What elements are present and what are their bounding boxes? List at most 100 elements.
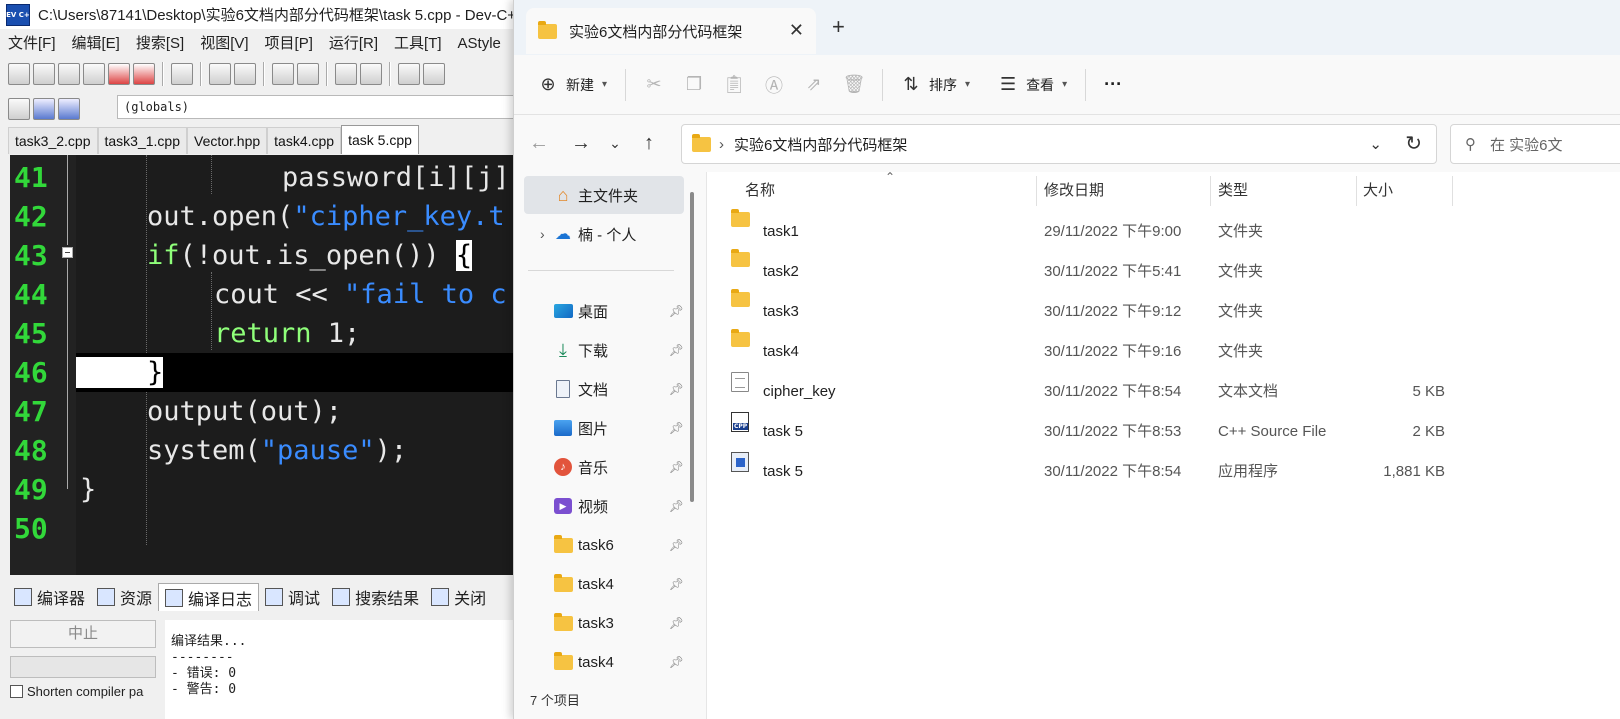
close-file-icon[interactable] <box>108 63 130 85</box>
tab-compile-log[interactable]: 编译日志 <box>158 583 260 611</box>
pin-icon[interactable]: 📌︎ <box>669 538 684 552</box>
menu-file[interactable]: 文件[F] <box>0 32 64 56</box>
tab-close[interactable]: 关闭 <box>425 583 492 611</box>
tab-compiler[interactable]: 编译器 <box>8 583 91 611</box>
file-row[interactable]: task 5 30/11/2022 下午8:53 C++ Source File… <box>707 412 1620 452</box>
cut-button[interactable]: ✂ <box>634 65 674 105</box>
column-header-size[interactable]: 大小 <box>1363 172 1393 210</box>
sort-button[interactable]: ⇅ 排序 ▾ <box>891 65 980 105</box>
paste-button[interactable]: 📋︎ <box>714 65 754 105</box>
shorten-compiler-paths-checkbox[interactable]: Shorten compiler pa <box>10 684 143 699</box>
column-header-name[interactable]: 名称 <box>745 172 775 210</box>
find-icon[interactable] <box>272 63 294 85</box>
save-all-icon[interactable] <box>83 63 105 85</box>
nav-item-onedrive[interactable]: › ☁ 楠 - 个人 <box>524 215 684 253</box>
close-tab-icon[interactable]: ✕ <box>789 20 804 41</box>
breadcrumb-chevron-icon[interactable]: › <box>719 136 724 153</box>
forward-arrow-icon[interactable]: → <box>564 132 598 155</box>
nav-item-documents[interactable]: 文档 📌︎ <box>524 370 684 408</box>
scope-combo[interactable]: (globals) <box>117 95 557 119</box>
address-dropdown-icon[interactable]: ⌄ <box>1369 135 1382 153</box>
address-bar[interactable]: › 实验6文档内部分代码框架 ⌄ ↻ <box>681 124 1437 164</box>
pin-icon[interactable]: 📌︎ <box>669 577 684 591</box>
nav-item-pictures[interactable]: 图片 📌︎ <box>524 409 684 447</box>
column-header-type[interactable]: 类型 <box>1218 172 1248 210</box>
delete-button[interactable]: 🗑︎ <box>834 65 874 105</box>
indent-icon[interactable] <box>335 63 357 85</box>
view-button[interactable]: ☰ 查看 ▾ <box>988 65 1077 105</box>
refresh-icon[interactable]: ↻ <box>1405 131 1422 156</box>
tab-task5[interactable]: task 5.cpp <box>341 125 419 154</box>
file-row[interactable]: task1 29/11/2022 下午9:00 文件夹 <box>707 209 1620 252</box>
goto-icon[interactable] <box>33 98 55 120</box>
new-file-icon[interactable] <box>8 63 30 85</box>
menu-view[interactable]: 视图[V] <box>192 32 256 56</box>
bookmark-prev-icon[interactable] <box>398 63 420 85</box>
save-icon[interactable] <box>58 63 80 85</box>
menu-run[interactable]: 运行[R] <box>321 32 386 56</box>
pin-icon[interactable]: 📌︎ <box>669 421 684 435</box>
nav-item-music[interactable]: ♪ 音乐 📌︎ <box>524 448 684 486</box>
file-row[interactable]: task4 30/11/2022 下午9:16 文件夹 <box>707 329 1620 372</box>
code-editor[interactable]: 41 42 43 44 45 46 47 48 49 50 password[i… <box>10 155 530 575</box>
unindent-icon[interactable] <box>360 63 382 85</box>
file-row[interactable]: task 5 30/11/2022 下午8:54 应用程序 1,881 KB <box>707 452 1620 492</box>
column-divider[interactable] <box>1452 176 1453 206</box>
close-all-icon[interactable] <box>133 63 155 85</box>
column-divider[interactable] <box>1210 176 1211 206</box>
nav-item-task4[interactable]: task4 📌︎ <box>524 565 684 603</box>
bookmark-next-icon[interactable] <box>423 63 445 85</box>
column-header-modified[interactable]: 修改日期 <box>1044 172 1104 210</box>
nav-item-task3[interactable]: task3 📌︎ <box>524 604 684 642</box>
share-button[interactable]: ⇗ <box>794 65 834 105</box>
pin-icon[interactable]: 📌︎ <box>669 343 684 357</box>
menu-astyle[interactable]: AStyle <box>450 32 509 56</box>
pin-icon[interactable]: 📌︎ <box>669 304 684 318</box>
search-input[interactable]: ⚲ 在 实验6文 <box>1450 124 1620 164</box>
pin-icon[interactable]: 📌︎ <box>669 460 684 474</box>
breadcrumb-current[interactable]: 实验6文档内部分代码框架 <box>734 134 907 155</box>
back-arrow-icon[interactable]: ← <box>522 132 556 155</box>
column-divider[interactable] <box>1036 176 1037 206</box>
menu-edit[interactable]: 编辑[E] <box>64 32 128 56</box>
menu-search[interactable]: 搜索[S] <box>128 32 192 56</box>
pin-icon[interactable]: 📌︎ <box>669 382 684 396</box>
file-row[interactable]: cipher_key 30/11/2022 下午8:54 文本文档 5 KB <box>707 372 1620 412</box>
tab-task3-1[interactable]: task3_1.cpp <box>97 127 187 154</box>
nav-item-videos[interactable]: ▶ 视频 📌︎ <box>524 487 684 525</box>
tab-search-results[interactable]: 搜索结果 <box>326 583 425 611</box>
rename-button[interactable]: Ⓐ <box>754 65 794 105</box>
new-button[interactable]: ⊕ 新建 ▾ <box>528 65 617 105</box>
pin-icon[interactable]: 📌︎ <box>669 499 684 513</box>
tab-debug[interactable]: 调试 <box>259 583 326 611</box>
bookmark-icon[interactable] <box>58 98 80 120</box>
more-options-button[interactable]: ··· <box>1094 65 1132 105</box>
nav-item-task6[interactable]: task6 📌︎ <box>524 526 684 564</box>
checkbox-icon[interactable] <box>10 685 23 698</box>
class-browser-icon[interactable] <box>8 98 30 120</box>
menu-tools[interactable]: 工具[T] <box>386 32 450 56</box>
replace-icon[interactable] <box>297 63 319 85</box>
copy-button[interactable]: ❐ <box>674 65 714 105</box>
nav-item-desktop[interactable]: 桌面 📌︎ <box>524 292 684 330</box>
pin-icon[interactable]: 📌︎ <box>669 655 684 669</box>
nav-item-task4-2[interactable]: task4 📌︎ <box>524 643 684 681</box>
fold-collapse-icon[interactable] <box>62 247 73 258</box>
stop-button[interactable]: 中止 <box>10 620 156 648</box>
nav-item-downloads[interactable]: ⤓ 下载 📌︎ <box>524 331 684 369</box>
pin-icon[interactable]: 📌︎ <box>669 616 684 630</box>
menu-project[interactable]: 项目[P] <box>257 32 321 56</box>
nav-item-home[interactable]: ⌂ 主文件夹 <box>524 176 684 214</box>
code-area[interactable]: password[i][j] out.open("cipher_key.t if… <box>76 155 530 575</box>
nav-scrollbar-thumb[interactable] <box>690 192 694 502</box>
redo-icon[interactable] <box>234 63 256 85</box>
recent-chevron-icon[interactable]: ⌄ <box>598 135 632 152</box>
file-row[interactable]: task2 30/11/2022 下午5:41 文件夹 <box>707 249 1620 292</box>
tab-vector-hpp[interactable]: Vector.hpp <box>187 127 268 154</box>
tab-resources[interactable]: 资源 <box>91 583 158 611</box>
expand-chevron-icon[interactable]: › <box>540 226 545 242</box>
tab-task4[interactable]: task4.cpp <box>267 127 342 154</box>
new-tab-icon[interactable]: + <box>832 14 845 40</box>
print-icon[interactable] <box>171 63 193 85</box>
file-row[interactable]: task3 30/11/2022 下午9:12 文件夹 <box>707 289 1620 332</box>
